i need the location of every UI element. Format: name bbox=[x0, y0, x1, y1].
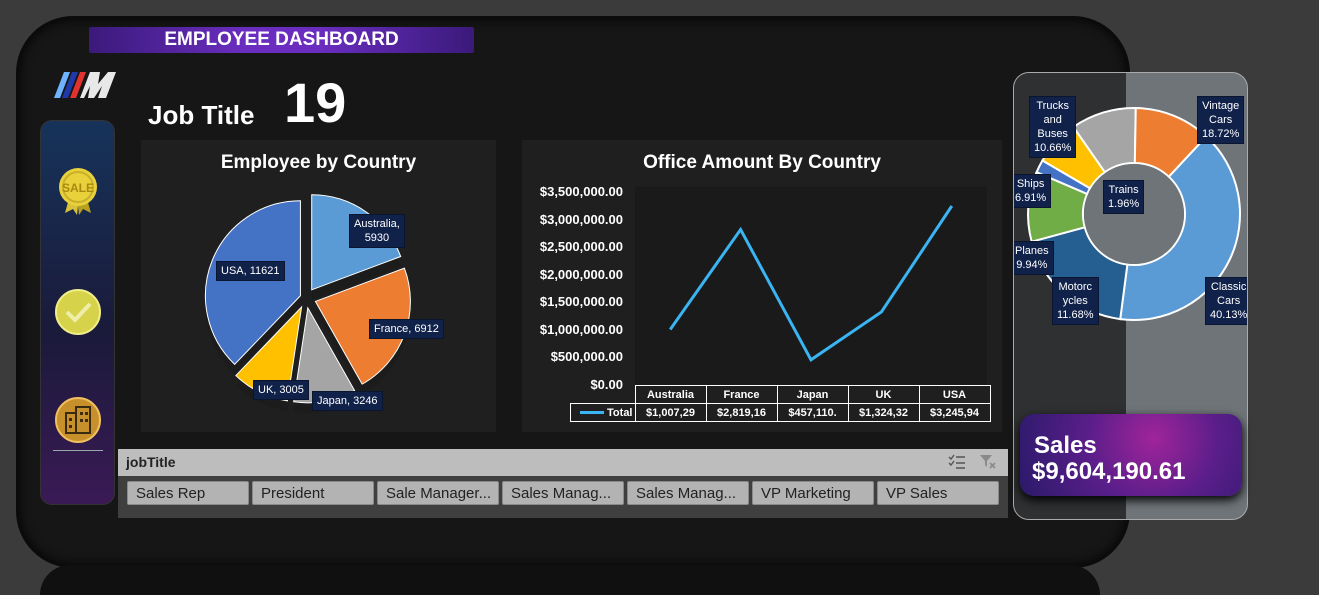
slicer-item-vp-sales[interactable]: VP Sales bbox=[877, 481, 999, 505]
table-cell: $3,245,94 bbox=[919, 404, 990, 422]
table-header-cell: France bbox=[706, 386, 777, 404]
sales-label: Sales bbox=[1034, 432, 1097, 460]
data-label-classic-cars: Classic Cars 40.13% bbox=[1205, 277, 1248, 325]
job-title-count: 19 bbox=[284, 70, 346, 135]
sales-value: $9,604,190.61 bbox=[1032, 458, 1185, 486]
slicer-title: jobTitle bbox=[126, 454, 176, 470]
slicer-item-sale-manager[interactable]: Sale Manager... bbox=[377, 481, 499, 505]
employee-by-country-panel: Employee by Country Australia, 5930Franc… bbox=[141, 140, 496, 432]
svg-text:SALE: SALE bbox=[62, 181, 94, 195]
data-label-trains: Trains 1.96% bbox=[1103, 180, 1144, 214]
data-label-france: France, 6912 bbox=[369, 319, 444, 339]
slicer-item-sales-manager-1[interactable]: Sales Manag... bbox=[502, 481, 624, 505]
buildings-icon[interactable] bbox=[53, 395, 103, 445]
bottom-strip bbox=[40, 565, 1100, 595]
sale-badge-icon[interactable]: SALE bbox=[53, 165, 103, 215]
slicer-header: jobTitle bbox=[118, 449, 1008, 476]
data-label-planes: Planes 9.94% bbox=[1013, 241, 1054, 275]
table-header-cell: Japan bbox=[777, 386, 848, 404]
slicer-item-vp-marketing[interactable]: VP Marketing bbox=[752, 481, 874, 505]
dashboard-title: EMPLOYEE DASHBOARD bbox=[89, 27, 474, 53]
table-header-cell: USA bbox=[919, 386, 990, 404]
sales-card: Sales $9,604,190.61 bbox=[1020, 414, 1242, 496]
donut-hole bbox=[1084, 164, 1184, 264]
job-title-slicer: jobTitle Sales Rep President Sale Manage… bbox=[118, 449, 1008, 518]
slicer-item-sales-rep[interactable]: Sales Rep bbox=[127, 481, 249, 505]
table-cell: $2,819,16 bbox=[706, 404, 777, 422]
table-cell: $457,110. bbox=[777, 404, 848, 422]
data-label-uk: UK, 3005 bbox=[253, 380, 309, 400]
sidebar: SALE bbox=[40, 120, 115, 505]
table-cell: $1,324,32 bbox=[848, 404, 919, 422]
slicer-item-sales-manager-2[interactable]: Sales Manag... bbox=[627, 481, 749, 505]
data-label-ships: Ships 6.91% bbox=[1013, 174, 1051, 208]
data-label-motorcycles: Motorc ycles 11.68% bbox=[1052, 277, 1099, 325]
data-label-trucks-and-buses: Trucks and Buses 10.66% bbox=[1029, 96, 1076, 158]
table-header-cell: Australia bbox=[635, 386, 706, 404]
data-label-usa: USA, 11621 bbox=[216, 261, 285, 281]
data-label-japan: Japan, 3246 bbox=[312, 391, 383, 411]
plot-area bbox=[635, 187, 987, 385]
data-label-australia: Australia, 5930 bbox=[349, 214, 405, 248]
table-cell: $1,007,29 bbox=[635, 404, 706, 422]
data-label-vintage-cars: Vintage Cars 18.72% bbox=[1197, 96, 1244, 144]
table-header-cell: UK bbox=[848, 386, 919, 404]
job-title-label: Job Title bbox=[148, 100, 254, 131]
sidebar-divider bbox=[53, 450, 103, 451]
checkmark-icon[interactable] bbox=[53, 287, 103, 337]
office-amount-panel: Office Amount By Country $3,500,000.00$3… bbox=[522, 140, 1002, 432]
data-table: Australia France Japan UK USA Total $1,0… bbox=[570, 385, 991, 422]
multi-select-icon[interactable] bbox=[948, 454, 966, 470]
slicer-item-president[interactable]: President bbox=[252, 481, 374, 505]
table-row-label: Total bbox=[571, 404, 636, 422]
m-logo-icon bbox=[46, 70, 118, 100]
employee-pie-chart bbox=[141, 140, 496, 432]
clear-filter-icon[interactable] bbox=[979, 454, 997, 470]
